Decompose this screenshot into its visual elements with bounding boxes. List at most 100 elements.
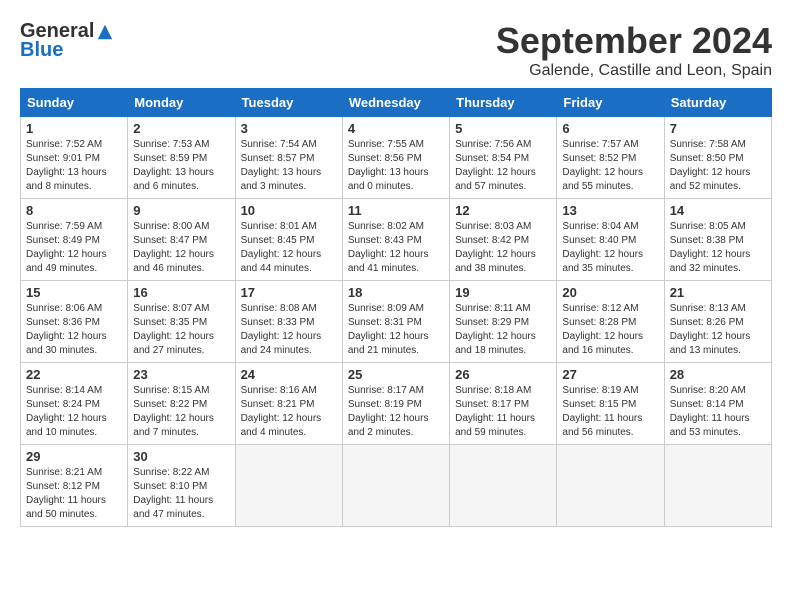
day-info: Sunrise: 8:07 AMSunset: 8:35 PMDaylight:… [133,302,229,358]
day-number: 8 [26,203,122,218]
day-info: Sunrise: 8:19 AMSunset: 8:15 PMDaylight:… [562,384,658,440]
calendar-day-cell: 3Sunrise: 7:54 AMSunset: 8:57 PMDaylight… [235,117,342,199]
calendar-day-cell: 8Sunrise: 7:59 AMSunset: 8:49 PMDaylight… [21,199,128,281]
calendar-day-cell: 14 Sunrise: 8:05 AMSunset: 8:38 PMDayligh… [664,199,771,281]
calendar-day-cell: 19 Sunrise: 8:11 AMSunset: 8:29 PMDayligh… [450,281,557,363]
calendar-week-row: 8Sunrise: 7:59 AMSunset: 8:49 PMDaylight… [21,199,772,281]
day-number: 24 [241,367,337,382]
day-info: Sunrise: 8:05 AMSunset: 8:38 PMDaylight:… [670,220,766,276]
day-info: Sunrise: 7:55 AMSunset: 8:56 PMDaylight:… [348,138,444,194]
calendar-day-cell: 12Sunrise: 8:03 AMSunset: 8:42 PMDayligh… [450,199,557,281]
day-number: 13 [562,203,658,218]
day-info: Sunrise: 8:01 AMSunset: 8:45 PMDaylight:… [241,220,337,276]
day-info: Sunrise: 8:15 AMSunset: 8:22 PMDaylight:… [133,384,229,440]
calendar-week-row: 22Sunrise: 8:14 AMSunset: 8:24 PMDayligh… [21,363,772,445]
day-number: 12 [455,203,551,218]
calendar-day-cell: 21 Sunrise: 8:13 AMSunset: 8:26 PMDayligh… [664,281,771,363]
calendar-table: SundayMondayTuesdayWednesdayThursdayFrid… [20,88,772,527]
day-info: Sunrise: 7:52 AMSunset: 9:01 PMDaylight:… [26,138,122,194]
day-number: 10 [241,203,337,218]
day-number: 29 [26,449,122,464]
calendar-day-cell: 13 Sunrise: 8:04 AMSunset: 8:40 PMDayligh… [557,199,664,281]
calendar-day-cell: 25Sunrise: 8:17 AMSunset: 8:19 PMDayligh… [342,363,449,445]
logo-blue-text: Blue [20,39,63,62]
calendar-day-cell [664,445,771,527]
day-number: 11 [348,203,444,218]
day-info: Sunrise: 8:14 AMSunset: 8:24 PMDaylight:… [26,384,122,440]
weekday-header: Saturday [664,89,771,117]
day-info: Sunrise: 8:04 AMSunset: 8:40 PMDaylight:… [562,220,658,276]
day-number: 17 [241,285,337,300]
day-number: 16 [133,285,229,300]
day-number: 6 [562,121,658,136]
day-number: 7 [670,121,766,136]
calendar-day-cell: 22Sunrise: 8:14 AMSunset: 8:24 PMDayligh… [21,363,128,445]
calendar-body: 1 Sunrise: 7:52 AMSunset: 9:01 PMDaylight… [21,117,772,527]
day-number: 2 [133,121,229,136]
day-number: 3 [241,121,337,136]
calendar-day-cell: 11 Sunrise: 8:02 AMSunset: 8:43 PMDayligh… [342,199,449,281]
day-info: Sunrise: 8:20 AMSunset: 8:14 PMDaylight:… [670,384,766,440]
day-info: Sunrise: 8:02 AMSunset: 8:43 PMDaylight:… [348,220,444,276]
day-number: 30 [133,449,229,464]
calendar-week-row: 15 Sunrise: 8:06 AMSunset: 8:36 PMDayligh… [21,281,772,363]
weekday-header: Sunday [21,89,128,117]
calendar-day-cell: 2Sunrise: 7:53 AMSunset: 8:59 PMDaylight… [128,117,235,199]
calendar-day-cell: 6 Sunrise: 7:57 AMSunset: 8:52 PMDaylight… [557,117,664,199]
day-info: Sunrise: 8:18 AMSunset: 8:17 PMDaylight:… [455,384,551,440]
calendar-week-row: 29 Sunrise: 8:21 AMSunset: 8:12 PMDayligh… [21,445,772,527]
day-number: 18 [348,285,444,300]
page-header: General Blue September 2024 Galende, Cas… [20,20,772,80]
logo-icon [96,23,114,41]
calendar-day-cell: 5Sunrise: 7:56 AMSunset: 8:54 PMDaylight… [450,117,557,199]
calendar-day-cell: 24 Sunrise: 8:16 AMSunset: 8:21 PMDayligh… [235,363,342,445]
weekday-row: SundayMondayTuesdayWednesdayThursdayFrid… [21,89,772,117]
calendar-day-cell: 26 Sunrise: 8:18 AMSunset: 8:17 PMDayligh… [450,363,557,445]
day-number: 20 [562,285,658,300]
calendar-day-cell: 20 Sunrise: 8:12 AMSunset: 8:28 PMDayligh… [557,281,664,363]
day-info: Sunrise: 8:06 AMSunset: 8:36 PMDaylight:… [26,302,122,358]
day-number: 5 [455,121,551,136]
day-info: Sunrise: 8:22 AMSunset: 8:10 PMDaylight:… [133,466,229,522]
title-block: September 2024 Galende, Castille and Leo… [496,20,772,80]
day-number: 4 [348,121,444,136]
calendar-day-cell: 28 Sunrise: 8:20 AMSunset: 8:14 PMDayligh… [664,363,771,445]
calendar-header: SundayMondayTuesdayWednesdayThursdayFrid… [21,89,772,117]
calendar-day-cell: 17 Sunrise: 8:08 AMSunset: 8:33 PMDayligh… [235,281,342,363]
calendar-day-cell: 18 Sunrise: 8:09 AMSunset: 8:31 PMDayligh… [342,281,449,363]
day-info: Sunrise: 8:11 AMSunset: 8:29 PMDaylight:… [455,302,551,358]
day-number: 27 [562,367,658,382]
day-number: 19 [455,285,551,300]
calendar-day-cell: 23 Sunrise: 8:15 AMSunset: 8:22 PMDayligh… [128,363,235,445]
day-info: Sunrise: 8:16 AMSunset: 8:21 PMDaylight:… [241,384,337,440]
calendar-day-cell: 1 Sunrise: 7:52 AMSunset: 9:01 PMDaylight… [21,117,128,199]
day-info: Sunrise: 8:21 AMSunset: 8:12 PMDaylight:… [26,466,122,522]
calendar-day-cell: 15 Sunrise: 8:06 AMSunset: 8:36 PMDayligh… [21,281,128,363]
weekday-header: Thursday [450,89,557,117]
day-info: Sunrise: 8:09 AMSunset: 8:31 PMDaylight:… [348,302,444,358]
calendar-day-cell: 27 Sunrise: 8:19 AMSunset: 8:15 PMDayligh… [557,363,664,445]
weekday-header: Friday [557,89,664,117]
day-info: Sunrise: 8:00 AMSunset: 8:47 PMDaylight:… [133,220,229,276]
calendar-day-cell [342,445,449,527]
calendar-day-cell: 29 Sunrise: 8:21 AMSunset: 8:12 PMDayligh… [21,445,128,527]
day-number: 15 [26,285,122,300]
day-number: 26 [455,367,551,382]
weekday-header: Monday [128,89,235,117]
day-number: 14 [670,203,766,218]
calendar-day-cell: 10 Sunrise: 8:01 AMSunset: 8:45 PMDayligh… [235,199,342,281]
calendar-day-cell: 16 Sunrise: 8:07 AMSunset: 8:35 PMDayligh… [128,281,235,363]
day-number: 1 [26,121,122,136]
calendar-day-cell [557,445,664,527]
day-number: 23 [133,367,229,382]
day-info: Sunrise: 7:57 AMSunset: 8:52 PMDaylight:… [562,138,658,194]
day-number: 28 [670,367,766,382]
calendar-day-cell: 4 Sunrise: 7:55 AMSunset: 8:56 PMDaylight… [342,117,449,199]
day-info: Sunrise: 8:13 AMSunset: 8:26 PMDaylight:… [670,302,766,358]
day-info: Sunrise: 8:12 AMSunset: 8:28 PMDaylight:… [562,302,658,358]
day-info: Sunrise: 8:08 AMSunset: 8:33 PMDaylight:… [241,302,337,358]
location: Galende, Castille and Leon, Spain [496,62,772,80]
day-number: 21 [670,285,766,300]
calendar-day-cell: 7Sunrise: 7:58 AMSunset: 8:50 PMDaylight… [664,117,771,199]
calendar-day-cell [235,445,342,527]
